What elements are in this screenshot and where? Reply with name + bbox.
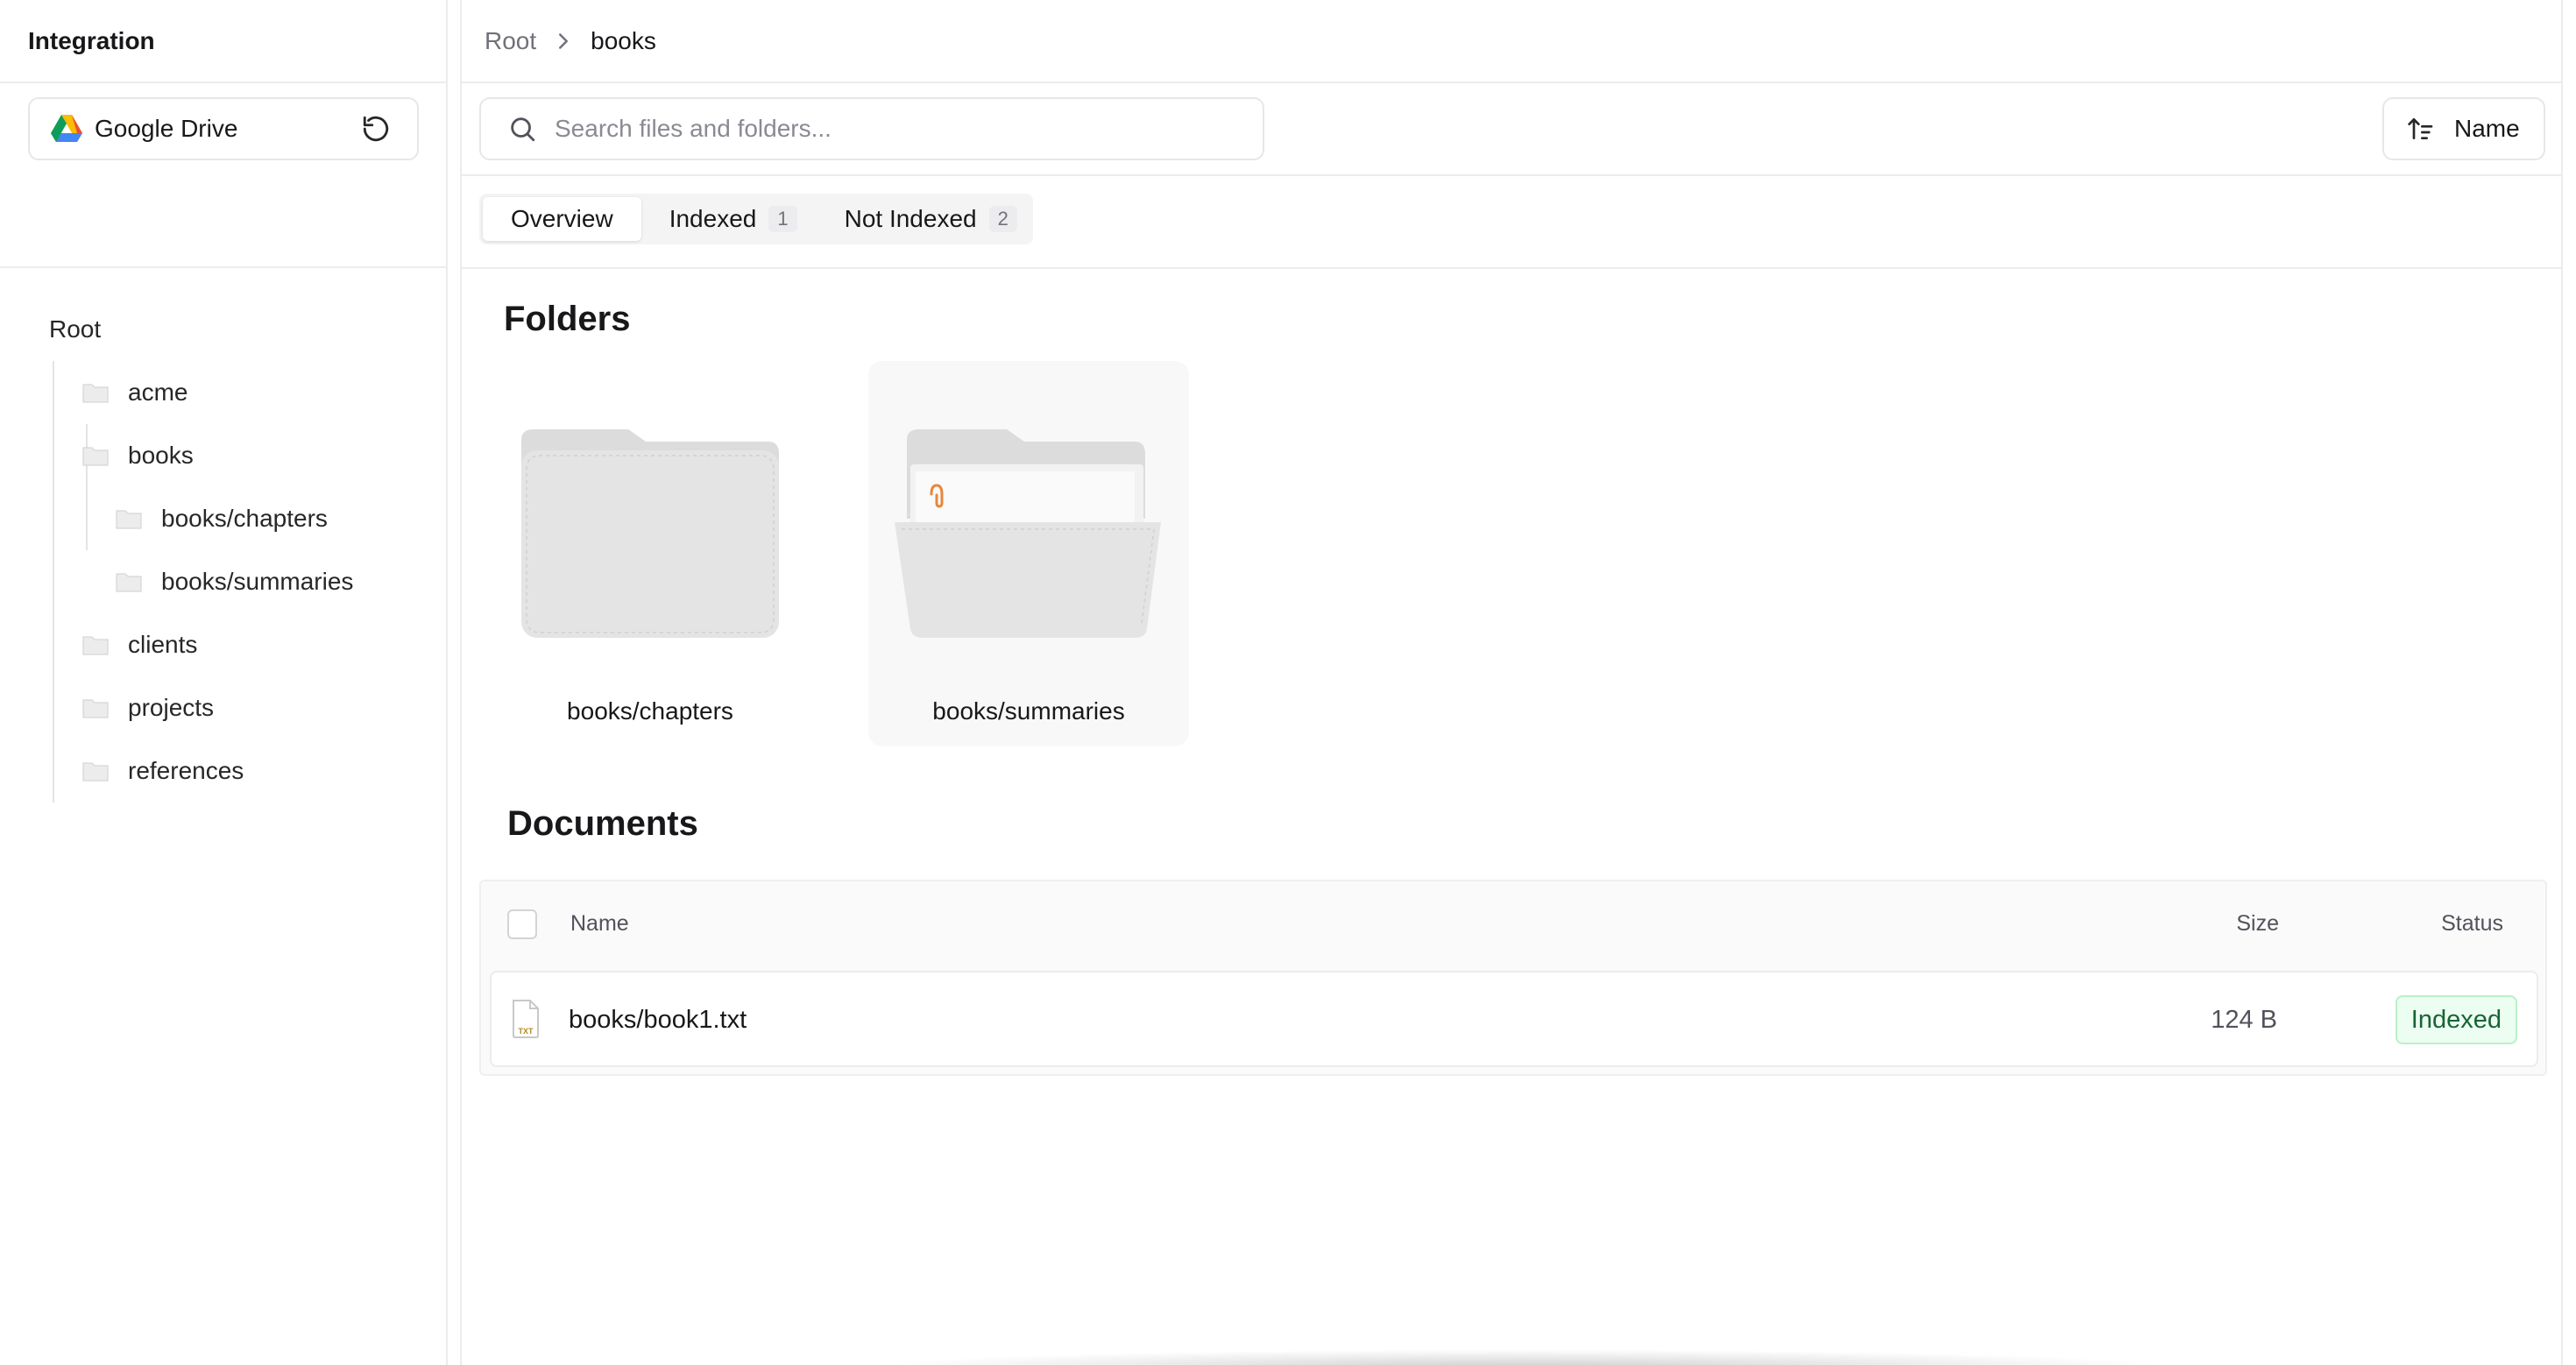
tab-label: Indexed xyxy=(669,205,757,232)
tab-indexed[interactable]: Indexed 1 xyxy=(641,197,825,241)
search-icon xyxy=(511,117,535,142)
folder-card-books-summaries[interactable]: books/summaries xyxy=(868,361,1189,746)
sort-ascending-icon xyxy=(2408,118,2433,139)
tree-item-label: books/chapters xyxy=(161,505,328,532)
sidebar-header: Integration xyxy=(0,0,446,83)
tree-item-books[interactable]: books xyxy=(82,424,194,487)
folder-icon xyxy=(116,573,142,592)
folder-icon xyxy=(116,510,142,529)
source-selector[interactable]: Google Drive xyxy=(28,97,419,160)
search-input[interactable] xyxy=(555,115,1238,143)
document-size: 124 B xyxy=(2211,1006,2277,1034)
folder-closed-icon xyxy=(521,429,779,638)
tree-item-references[interactable]: references xyxy=(82,739,244,803)
folders-heading: Folders xyxy=(504,300,631,338)
search-box[interactable] xyxy=(479,97,1264,160)
column-header-name[interactable]: Name xyxy=(570,911,629,937)
tree-item-books-chapters[interactable]: books/chapters xyxy=(116,487,328,550)
chevron-right-icon xyxy=(559,32,569,49)
folder-icon xyxy=(82,636,109,655)
folder-icon xyxy=(82,699,109,718)
tree-item-books-summaries[interactable]: books/summaries xyxy=(116,550,353,613)
txt-file-icon: TXT xyxy=(513,1000,539,1038)
folder-icon xyxy=(82,384,109,403)
folder-card-books-chapters[interactable]: books/chapters xyxy=(490,361,810,746)
tree-item-label: books xyxy=(128,442,194,469)
select-all-checkbox[interactable] xyxy=(507,909,537,939)
tree-item-label: clients xyxy=(128,631,198,658)
table-header: Name Size Status xyxy=(481,881,2545,971)
tab-label: Overview xyxy=(511,205,613,232)
tab-count-badge: 2 xyxy=(988,206,1017,232)
folder-label: books/chapters xyxy=(567,697,733,725)
column-header-status[interactable]: Status xyxy=(2441,911,2503,937)
folder-open-icon xyxy=(895,429,1161,638)
sidebar-title: Integration xyxy=(28,26,155,54)
folder-label: books/summaries xyxy=(932,697,1125,725)
tab-list: Overview Indexed 1 Not Indexed 2 xyxy=(479,194,1033,244)
table-row[interactable]: TXT books/book1.txt 124 B Indexed xyxy=(490,971,2538,1067)
tab-not-indexed[interactable]: Not Indexed 2 xyxy=(825,197,1030,241)
tab-overview[interactable]: Overview xyxy=(483,197,641,241)
tree-item-label: books/summaries xyxy=(161,568,354,595)
main-panel: Root books Name Overview Indexed 1 xyxy=(460,0,2563,1365)
tree-item-label: projects xyxy=(128,694,215,721)
tab-label: Not Indexed xyxy=(844,205,977,232)
bottom-shadow xyxy=(865,1349,2179,1365)
toolbar: Name xyxy=(462,83,2561,176)
sort-label: Name xyxy=(2454,115,2520,142)
status-badge: Indexed xyxy=(2395,995,2517,1044)
tree-item-projects[interactable]: projects xyxy=(82,676,214,739)
tree-guide-line xyxy=(53,361,54,803)
documents-table: Name Size Status TXT books/book1.txt 124… xyxy=(479,880,2547,1076)
column-header-size[interactable]: Size xyxy=(2236,911,2279,937)
sort-button[interactable]: Name xyxy=(2382,97,2545,160)
file-type-label: TXT xyxy=(519,1027,534,1036)
document-name[interactable]: books/book1.txt xyxy=(569,1006,747,1035)
documents-heading: Documents xyxy=(507,804,698,843)
tree-item-clients[interactable]: clients xyxy=(82,613,197,676)
source-section: Google Drive xyxy=(0,83,446,268)
refresh-icon[interactable] xyxy=(361,114,391,144)
folder-icon xyxy=(82,762,109,782)
tabs-row: Overview Indexed 1 Not Indexed 2 xyxy=(462,176,2561,269)
tree-item-acme[interactable]: acme xyxy=(82,361,188,424)
sidebar: Integration Google Drive Root acme books… xyxy=(0,0,448,1365)
breadcrumb-current: books xyxy=(591,26,656,54)
tree-item-label: references xyxy=(128,757,244,784)
folder-icon xyxy=(82,447,109,466)
google-drive-icon xyxy=(51,115,82,142)
breadcrumb-root[interactable]: Root xyxy=(485,27,536,55)
breadcrumb: Root books xyxy=(462,0,2561,83)
source-name: Google Drive xyxy=(95,115,238,142)
tree-item-label: acme xyxy=(128,378,188,406)
tree-root[interactable]: Root xyxy=(49,298,101,361)
tab-count-badge: 1 xyxy=(768,206,797,232)
